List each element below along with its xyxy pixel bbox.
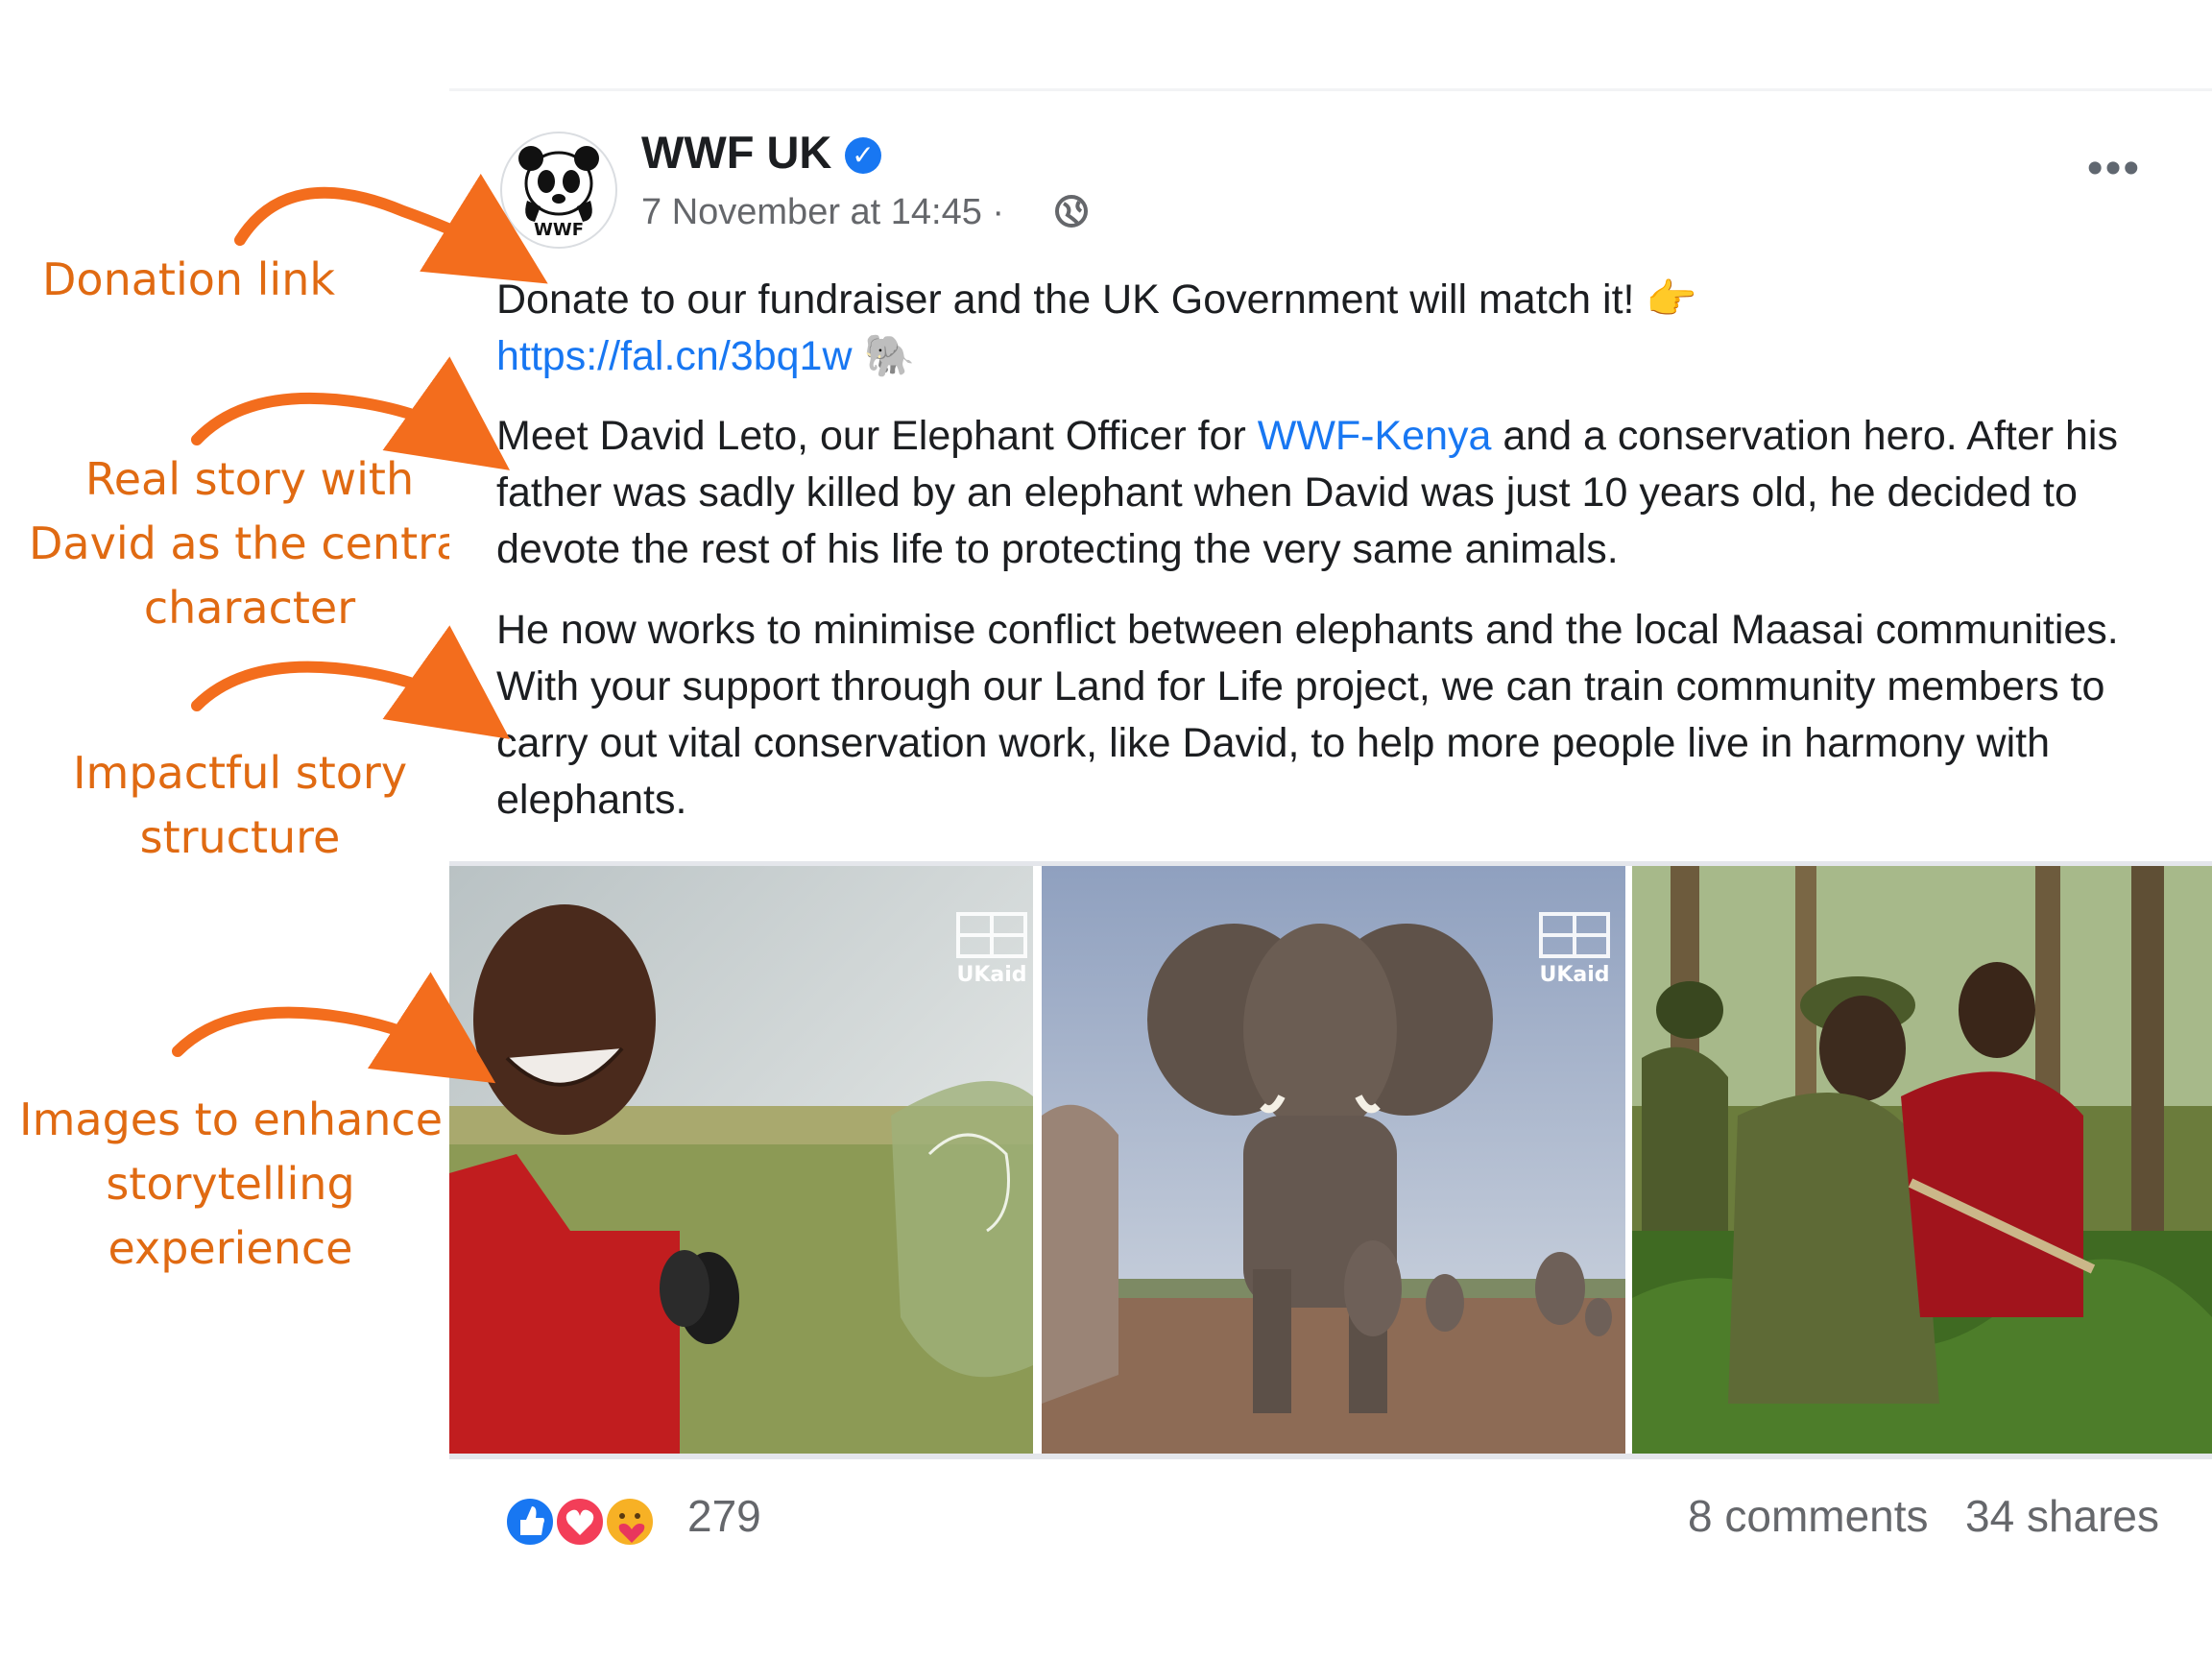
- wwf-logo-text: WWF: [534, 220, 584, 240]
- annotation-real-story: Real story with David as the central cha…: [29, 453, 475, 634]
- pointing-hand-emoji: 👉: [1646, 276, 1697, 324]
- photo-bottom-divider: [449, 1454, 2212, 1459]
- annotation-donation-link: Donation link: [42, 253, 335, 305]
- ukaid-badge: UKaid: [1539, 963, 1609, 987]
- comments-count[interactable]: 8 comments: [1688, 1490, 1929, 1542]
- wwf-panda-logo: WWF: [518, 146, 599, 240]
- wwf-kenya-link[interactable]: WWF-Kenya: [1258, 413, 1492, 459]
- arrow-story-structure: [191, 625, 511, 739]
- donation-link[interactable]: https://fal.cn/3bq1w: [496, 333, 853, 379]
- more-options-icon[interactable]: •••: [2085, 146, 2143, 202]
- post-paragraph-david: Meet David Leto, our Elephant Officer fo…: [496, 413, 2118, 572]
- page-name[interactable]: WWF UK: [641, 126, 831, 179]
- reaction-icons[interactable]: [501, 1493, 674, 1551]
- verified-badge-icon: ✓: [845, 137, 881, 174]
- elephant-emoji: 🐘: [863, 332, 915, 380]
- photo-man-with-binoculars[interactable]: UKaid: [449, 866, 1033, 1454]
- photo-rangers-in-forest[interactable]: [1632, 866, 2212, 1454]
- annotation-impactful-structure: Impactful story structure: [72, 747, 408, 863]
- reaction-count[interactable]: 279: [687, 1490, 761, 1542]
- arrow-real-story: [191, 356, 511, 470]
- annotation-images: Images to enhance storytelling experienc…: [19, 1094, 443, 1274]
- photo-elephant-herd[interactable]: UKaid: [1042, 866, 1625, 1454]
- post-paragraph-donate: Donate to our fundraiser and the UK Gove…: [496, 276, 1697, 380]
- arrow-images: [172, 972, 496, 1084]
- ukaid-badge: UKaid: [956, 963, 1026, 987]
- wwf-avatar[interactable]: WWF: [500, 132, 617, 249]
- shares-count[interactable]: 34 shares: [1965, 1490, 2159, 1542]
- globe-icon: [1055, 195, 1088, 228]
- post-timestamp[interactable]: 7 November at 14:45 ·: [641, 192, 1004, 233]
- post-paragraph-project: He now works to minimise conflict betwee…: [496, 607, 2119, 823]
